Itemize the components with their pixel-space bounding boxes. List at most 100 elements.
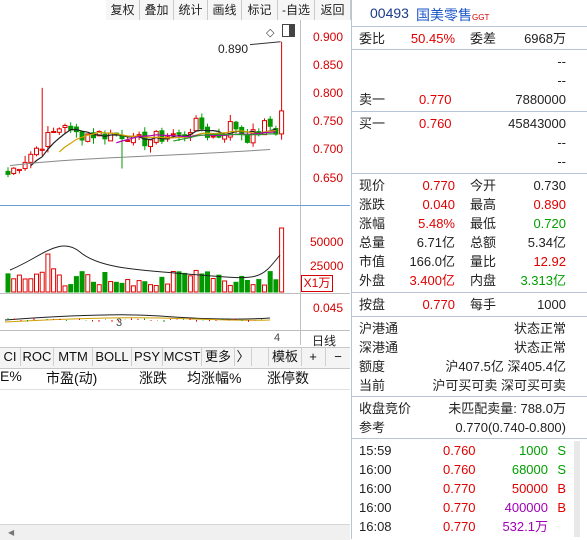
volume-bar — [125, 279, 131, 293]
stat-label: 今开 — [470, 178, 497, 193]
volume-bar — [187, 275, 193, 293]
col-header-pe[interactable]: E% — [0, 368, 22, 384]
tick-side: S — [557, 443, 566, 458]
volume-bar — [28, 278, 34, 293]
connect-row: 深港通 状态正常 — [352, 338, 587, 357]
stat-label: 涨跌 — [359, 197, 386, 212]
toolbar-back-button[interactable]: 返回 — [315, 0, 351, 20]
connect-label: 深港通 — [359, 340, 399, 355]
stat-label: 量比 — [470, 254, 497, 269]
tick-time: 16:08 — [359, 519, 392, 534]
trade-tick-row: 16:00 0.760 68000 S — [352, 460, 587, 479]
reference-row: 参考 0.770(0.740-0.800) — [352, 418, 587, 437]
tick-volume: 400000 — [504, 500, 548, 515]
volume-bar — [45, 253, 51, 293]
volume-ma-line — [9, 245, 281, 279]
tab-mcst[interactable]: MCST — [163, 348, 202, 366]
buy1-row[interactable]: 买一 0.760 45843000 — [352, 114, 587, 133]
col-header-change[interactable]: 涨跌 — [139, 368, 167, 388]
candle-body — [51, 130, 57, 133]
volume-bar — [119, 282, 125, 293]
stat-value: 12.92 — [533, 254, 566, 269]
volume-bar — [5, 273, 11, 293]
candle-body — [244, 134, 250, 143]
template-button[interactable]: 模板 — [268, 348, 302, 366]
col-header-limit-up[interactable]: 涨停数 — [267, 368, 309, 388]
volume-bar — [62, 285, 68, 293]
connect-label: 沪港通 — [359, 321, 399, 336]
tick-price: 0.760 — [443, 462, 476, 477]
minus-icon[interactable]: − — [326, 348, 350, 366]
candle-body — [267, 118, 273, 127]
volume-bar — [227, 284, 233, 293]
stat-label: 现价 — [359, 178, 386, 193]
scroll-left-icon[interactable]: ◀ — [8, 528, 14, 537]
col-header-avg-change[interactable]: 均涨幅% — [187, 368, 241, 388]
panel-toggle-icon[interactable] — [282, 24, 295, 37]
toolbar-mark-button[interactable]: 标记 — [242, 0, 278, 20]
stat-label: 最低 — [470, 216, 497, 231]
volume-unit-button[interactable]: X1万 — [301, 275, 333, 292]
trade-ticks-list: 15:59 0.760 1000 S 16:00 0.760 68000 S 16:00 0.77… — [352, 441, 587, 539]
ticks-scrollbar[interactable] — [574, 441, 580, 537]
connect-status: 状态正常 — [513, 321, 566, 336]
stat-label: 外盘 — [359, 273, 386, 288]
divider — [352, 396, 587, 397]
tab-mtm[interactable]: MTM — [54, 348, 93, 366]
weicha-label: 委差 — [470, 31, 497, 46]
price-tick: 0.900 — [313, 30, 344, 44]
col-header-pe-dynamic[interactable]: 市盈(动) — [46, 368, 97, 388]
horizontal-scrollbar[interactable]: ◀ — [0, 524, 350, 540]
candle-body — [79, 131, 85, 141]
volume-bar — [244, 279, 250, 293]
divider — [352, 111, 587, 112]
lot-value: 1000 — [537, 297, 566, 312]
candle-body — [176, 132, 182, 135]
toolbar-remove-watchlist-button[interactable]: -自选 — [278, 0, 315, 20]
volume-bar — [159, 276, 165, 293]
bid-placeholder: -- — [557, 154, 566, 169]
stat-label: 总额 — [470, 235, 497, 250]
toolbar-fuquan-button[interactable]: 复权 — [106, 0, 140, 20]
sell1-row[interactable]: 卖一 0.770 7880000 — [352, 90, 587, 109]
volume-tick: 50000 — [310, 235, 344, 249]
trade-tick-row: 15:59 0.760 1000 S — [352, 441, 587, 460]
sell1-label: 卖一 — [359, 92, 386, 107]
candle-body — [62, 125, 68, 129]
x-axis-label: 3 — [116, 317, 123, 329]
plus-icon[interactable]: + — [301, 348, 326, 366]
tab-cci[interactable]: CI — [0, 348, 21, 366]
tab-psy[interactable]: PSY — [132, 348, 163, 366]
stat-value: 0.890 — [533, 197, 566, 212]
buy1-volume: 45843000 — [508, 116, 566, 131]
stat-row: 市值 166.0亿 量比 12.92 — [352, 252, 587, 271]
stat-row: 涨跌 0.040 最高 0.890 — [352, 195, 587, 214]
candle-body — [170, 133, 176, 136]
volume-bar — [210, 278, 216, 293]
volume-bar — [108, 281, 114, 293]
tab-boll[interactable]: BOLL — [93, 348, 132, 366]
kline-chart-panel[interactable]: 复权 叠加 统计 画线 标记 -自选 返回 0.900 0.850 0.800 … — [0, 0, 351, 348]
anpan-value: 0.770 — [422, 297, 455, 312]
toolbar-overlay-button[interactable]: 叠加 — [140, 0, 174, 20]
candle-body — [11, 167, 17, 174]
reference-label: 参考 — [359, 420, 386, 435]
tab-more[interactable]: 更多 — [202, 348, 235, 366]
toolbar-stats-button[interactable]: 统计 — [174, 0, 208, 20]
stat-row: 现价 0.770 今开 0.730 — [352, 176, 587, 195]
toolbar-draw-button[interactable]: 画线 — [208, 0, 242, 20]
volume-bar — [222, 280, 228, 293]
tick-price: 0.770 — [443, 500, 476, 515]
ask-level-row: -- — [352, 71, 587, 90]
sell1-volume: 7880000 — [515, 92, 566, 107]
stat-row: 外盘 3.400亿 内盘 3.313亿 — [352, 271, 587, 290]
divider — [352, 49, 587, 50]
ask-level-row: -- — [352, 52, 587, 71]
diamond-icon[interactable]: ◇ — [266, 26, 274, 39]
volume-bar — [91, 281, 96, 293]
stat-label: 涨幅 — [359, 216, 386, 231]
chevron-right-icon[interactable]: 〉 — [235, 348, 252, 366]
volume-tick: 25000 — [310, 259, 344, 273]
tab-roc[interactable]: ROC — [21, 348, 54, 366]
stat-value: 5.48% — [418, 216, 455, 231]
